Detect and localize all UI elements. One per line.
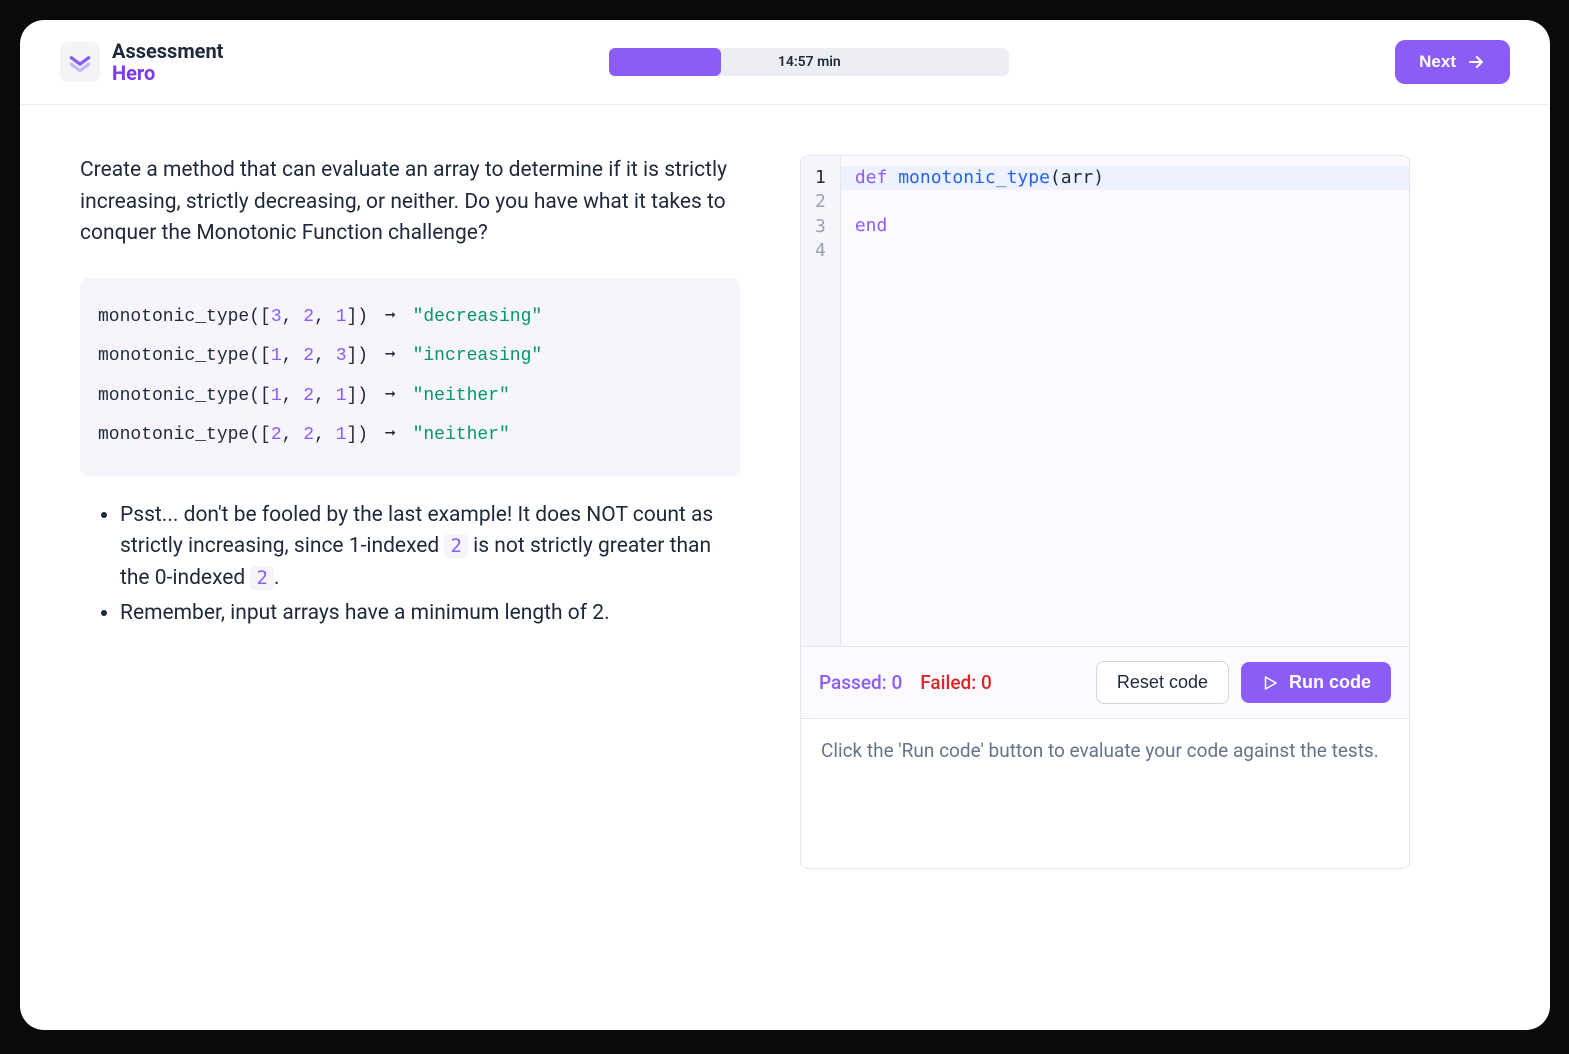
brand-logo: Assessment Hero [60,40,223,84]
brand-line2: Hero [112,62,223,84]
run-code-button[interactable]: Run code [1241,662,1391,703]
header: Assessment Hero 14:57 min Next [20,20,1550,105]
problem-description: Create a method that can evaluate an arr… [80,155,740,250]
examples-block: monotonic_type([3, 2, 1]) ➞ "decreasing"… [80,278,740,476]
line-gutter: 1 2 3 4 [801,156,841,646]
logo-icon [60,42,100,82]
run-code-label: Run code [1289,672,1371,693]
reset-code-button[interactable]: Reset code [1096,661,1229,704]
example-row: monotonic_type([3, 2, 1]) ➞ "decreasing" [98,298,722,338]
code-area[interactable]: def monotonic_type(arr) end [841,156,1409,646]
output-panel: Click the 'Run code' button to evaluate … [801,718,1409,868]
timer-text: 14:57 min [778,54,841,70]
code-panel: 1 2 3 4 def monotonic_type(arr) end Pas [800,155,1410,980]
app-window: Assessment Hero 14:57 min Next Create a … [20,20,1550,1030]
example-row: monotonic_type([2, 2, 1]) ➞ "neither" [98,416,722,456]
example-row: monotonic_type([1, 2, 1]) ➞ "neither" [98,377,722,417]
timer-progress [609,48,721,76]
next-button[interactable]: Next [1395,40,1510,84]
editor-box: 1 2 3 4 def monotonic_type(arr) end Pas [800,155,1410,869]
problem-panel: Create a method that can evaluate an arr… [80,155,740,980]
timer: 14:57 min [223,48,1395,76]
note-item: Psst... don't be fooled by the last exam… [120,500,740,595]
next-button-label: Next [1419,52,1456,72]
arrow-right-icon [1466,52,1486,72]
content: Create a method that can evaluate an arr… [20,105,1550,1030]
example-row: monotonic_type([1, 2, 3]) ➞ "increasing" [98,337,722,377]
editor-controls: Passed: 0 Failed: 0 Reset code Run code [801,646,1409,718]
play-icon [1261,674,1279,692]
code-editor[interactable]: 1 2 3 4 def monotonic_type(arr) end [801,156,1409,646]
notes-list: Psst... don't be fooled by the last exam… [80,500,740,630]
test-status: Passed: 0 Failed: 0 [819,671,992,694]
brand-line1: Assessment [112,40,223,62]
failed-count: Failed: 0 [920,671,992,694]
note-item: Remember, input arrays have a minimum le… [120,598,740,630]
passed-count: Passed: 0 [819,671,902,694]
